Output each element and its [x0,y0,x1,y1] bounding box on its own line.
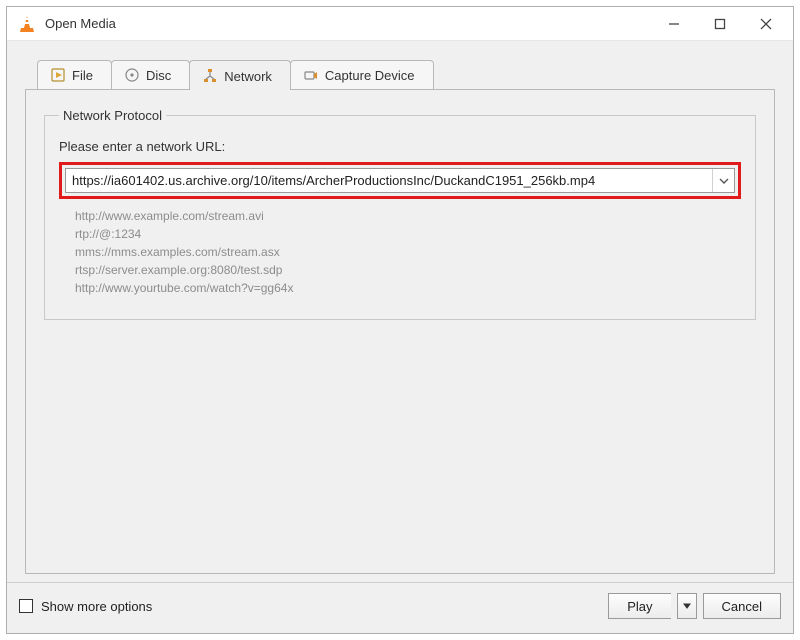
example-line: http://www.yourtube.com/watch?v=gg64x [75,279,741,297]
window-title: Open Media [45,16,116,31]
maximize-button[interactable] [697,7,743,41]
dialog-body: File Disc [7,41,793,582]
play-button[interactable]: Play [608,593,670,619]
example-line: rtp://@:1234 [75,225,741,243]
network-icon [202,68,218,84]
tab-capture-device[interactable]: Capture Device [290,60,434,89]
minimize-button[interactable] [651,7,697,41]
example-line: rtsp://server.example.org:8080/test.sdp [75,261,741,279]
example-line: http://www.example.com/stream.avi [75,207,741,225]
group-label: Network Protocol [59,108,166,123]
tab-bar: File Disc [37,59,775,89]
example-line: mms://mms.examples.com/stream.asx [75,243,741,261]
tab-label: Network [224,69,272,84]
tab-panel-network: Network Protocol Please enter a network … [25,89,775,574]
tab-network[interactable]: Network [189,60,291,90]
checkbox-label: Show more options [41,599,152,614]
close-button[interactable] [743,7,789,41]
network-url-input[interactable] [66,169,712,192]
titlebar: Open Media [7,7,793,41]
network-protocol-group: Network Protocol Please enter a network … [44,108,756,320]
checkbox-box-icon [19,599,33,613]
tab-disc[interactable]: Disc [111,60,190,89]
open-media-dialog: Open Media File Disc [6,6,794,634]
url-dropdown-button[interactable] [712,169,734,192]
play-dropdown-button[interactable] [677,593,697,619]
url-examples: http://www.example.com/stream.avi rtp://… [75,207,741,297]
tab-label: Capture Device [325,68,415,83]
tab-label: File [72,68,93,83]
tab-label: Disc [146,68,171,83]
tab-file[interactable]: File [37,60,112,89]
button-label: Cancel [722,599,762,614]
url-prompt: Please enter a network URL: [59,139,741,154]
disc-icon [124,67,140,83]
file-play-icon [50,67,66,83]
url-combobox[interactable] [65,168,735,193]
capture-device-icon [303,67,319,83]
play-split-button: Play [602,593,696,619]
show-more-options-checkbox[interactable]: Show more options [19,599,152,614]
vlc-cone-icon [17,14,37,34]
dialog-footer: Show more options Play Cancel [7,582,793,633]
cancel-button[interactable]: Cancel [703,593,781,619]
button-label: Play [627,599,652,614]
url-highlight-box [59,162,741,199]
